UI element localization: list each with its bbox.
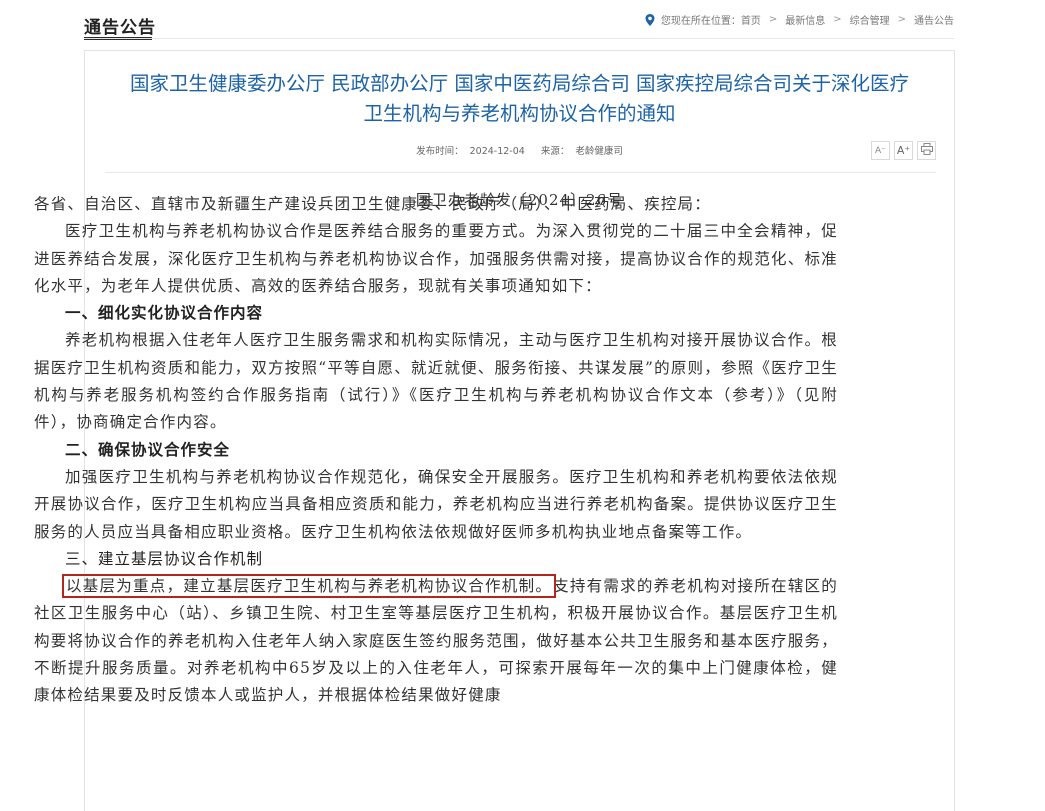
breadcrumb-home[interactable]: 首页 [741,12,761,27]
source-label: 来源： [540,146,570,157]
breadcrumb-separator: > [833,14,842,25]
section-heading-2: 二、确保协议合作安全 [65,440,231,459]
location-pin-icon [645,13,655,26]
section-heading-3: 三、建立基层协议合作机制 [65,549,264,568]
salutation: 各省、自治区、直辖市及新疆生产建设兵团卫生健康委、民政厅（局）、中医药局、疾控局… [34,195,711,213]
breadcrumb-separator: > [897,14,906,25]
section-paragraph-3-text: 支持有需求的养老机构对接所在辖区的社区卫生服务中心（站）、乡镇卫生院、村卫生室等… [34,577,838,705]
section-paragraph-1: 养老机构根据入住老年人医疗卫生服务需求和机构实际情况，主动与医疗卫生机构对接开展… [34,331,838,432]
breadcrumb-separator: > [768,14,778,25]
meta-divider [105,172,936,173]
font-larger-button[interactable]: A⁺ [894,141,913,160]
font-smaller-button[interactable]: A⁻ [871,141,890,160]
source-value: 老龄健康司 [575,146,623,157]
article-title: 国家卫生健康委办公厅 民政部办公厅 国家中医药局综合司 国家疾控局综合司关于深化… [85,69,954,129]
breadcrumb-admin[interactable]: 综合管理 [850,12,890,27]
section-title: 通告公告 [84,18,156,38]
section-heading-1: 一、细化实化协议合作内容 [65,304,264,323]
breadcrumb-latest[interactable]: 最新信息 [785,12,825,27]
article-title-line1: 国家卫生健康委办公厅 民政部办公厅 国家中医药局综合司 国家疾控局综合司关于深化… [129,72,910,95]
article-tools: A⁻ A⁺ [871,141,936,160]
publish-date: 2024-12-04 [469,146,525,157]
intro-paragraph: 医疗卫生机构与养老机构协议合作是医养结合服务的重要方式。为深入贯彻党的二十届三中… [34,222,838,295]
breadcrumb-prefix: 您现在所在位置： [660,16,741,27]
font-larger-icon: A⁺ [896,144,911,157]
breadcrumb-notices[interactable]: 通告公告 [914,12,954,27]
printer-icon [920,143,933,158]
section-paragraph-2: 加强医疗卫生机构与养老机构协议合作规范化，确保安全开展服务。医疗卫生机构和养老机… [34,467,838,541]
print-button[interactable] [917,141,936,160]
article-title-line2: 卫生机构与养老机构协议合作的通知 [363,102,676,125]
article-meta: 发布时间： 2024-12-04 来源： 老龄健康司 [85,143,954,157]
font-smaller-icon: A⁻ [875,145,886,156]
publish-label: 发布时间： [416,146,464,157]
highlighted-sentence: 以基层为重点，建立基层医疗卫生机构与养老机构协议合作机制。 [61,574,557,599]
section-paragraph-3: 以基层为重点，建立基层医疗卫生机构与养老机构协议合作机制。支持有需求的养老机构对… [34,573,838,709]
breadcrumb: 您现在所在位置： 首页 > 最新信息 > 综合管理 > 通告公告 [645,12,954,27]
article-body: 各省、自治区、直辖市及新疆生产建设兵团卫生健康委、民政厅（局）、中医药局、疾控局… [34,191,838,710]
header-divider [84,38,954,39]
top-bar: 通告公告 您现在所在位置： 首页 > 最新信息 > 综合管理 > 通告公告 [0,0,1045,40]
